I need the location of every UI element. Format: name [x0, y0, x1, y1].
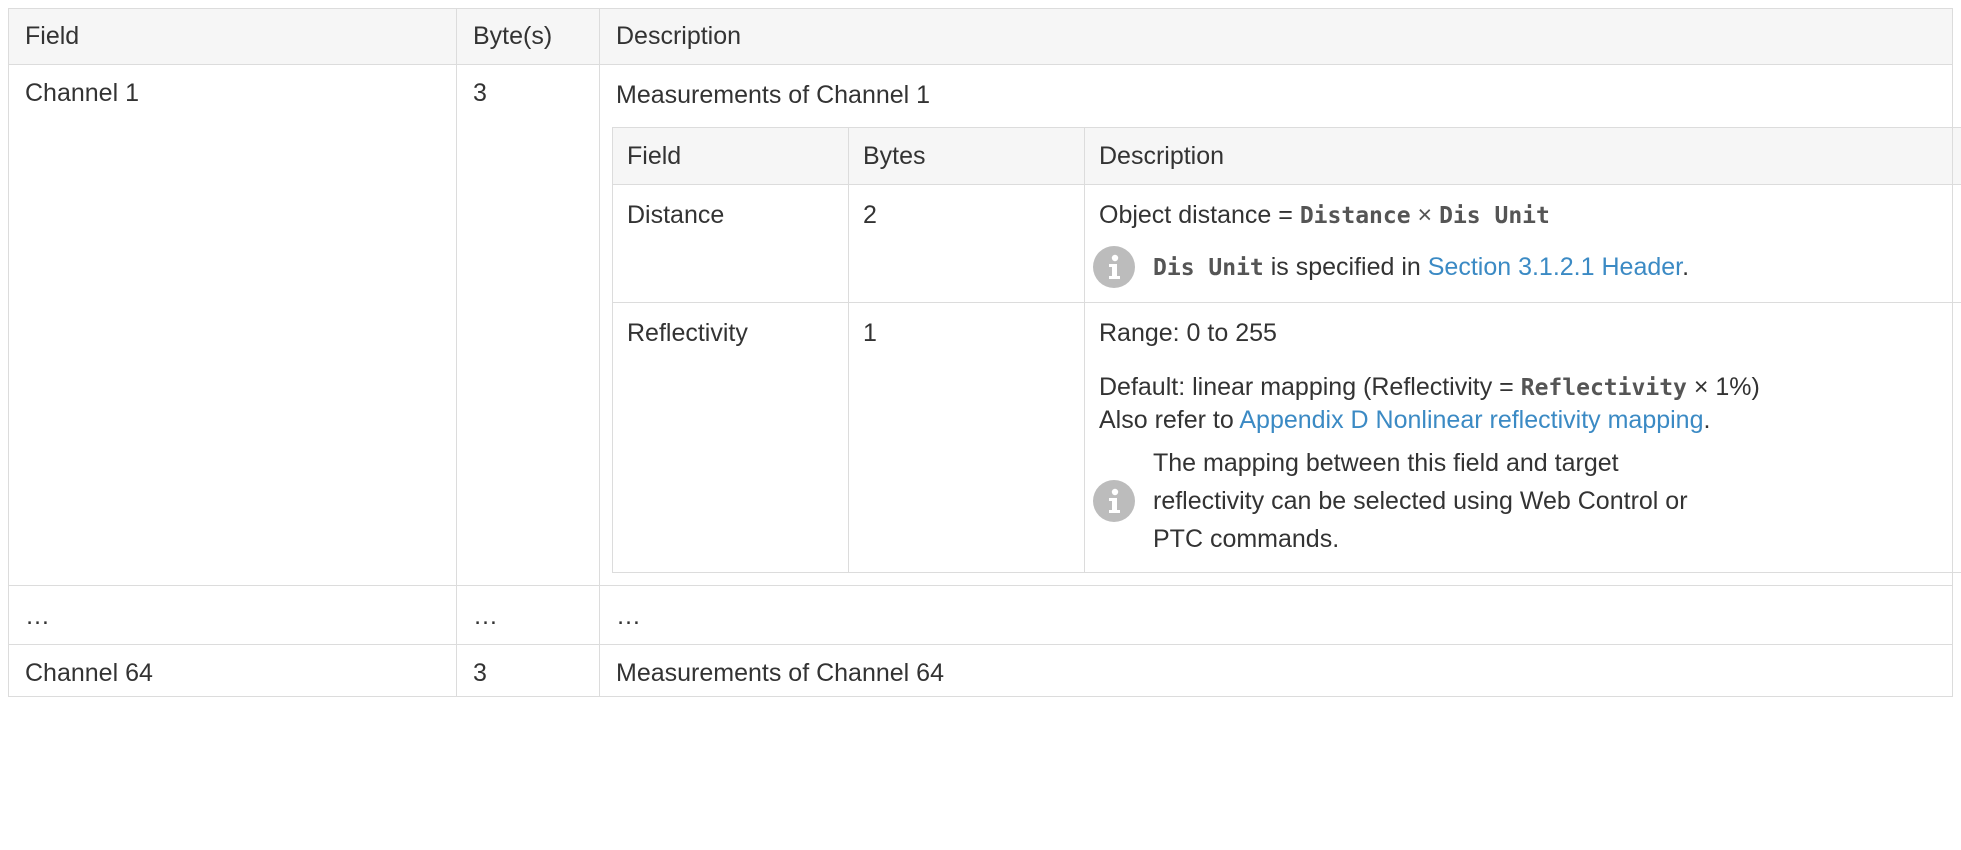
code-reflectivity: Reflectivity — [1520, 375, 1687, 401]
default-mapping-text: Default: linear mapping (Reflectivity = … — [1099, 371, 1961, 404]
row-field: Channel 1 — [8, 64, 457, 586]
page: Field Byte(s) Description Channel 1 3 Me… — [0, 0, 1961, 697]
row-field: Channel 64 — [8, 644, 457, 697]
sub-header-description: Description — [1084, 127, 1961, 185]
header-field: Field — [8, 8, 457, 65]
sub-description-reflectivity: Range: 0 to 255 Default: linear mapping … — [1084, 302, 1961, 573]
header-description: Description — [599, 8, 1953, 65]
channel-table: Field Byte(s) Description Channel 1 3 Me… — [8, 8, 1961, 697]
info-note-text: The mapping between this field and targe… — [1153, 449, 1688, 553]
table-row: Channel 64 3 Measurements of Channel 64 — [8, 644, 1953, 697]
row-description: Measurements of Channel 1 — [616, 81, 931, 109]
row-description-cell: Measurements of Channel 1 Field Bytes De… — [599, 64, 1961, 586]
sub-bytes-distance: 2 — [848, 184, 1085, 303]
info-note: The mapping between this field and targe… — [1093, 444, 1961, 558]
refer-end: . — [1703, 406, 1711, 434]
table-row: … … … — [8, 585, 1953, 645]
table-row: Channel 1 3 Measurements of Channel 1 Fi… — [8, 64, 1961, 586]
row-field: … — [8, 585, 457, 645]
code-distance: Distance — [1299, 203, 1411, 229]
code-dis-unit: Dis Unit — [1153, 254, 1264, 281]
table-header-row: Field Byte(s) Description — [8, 8, 1953, 65]
times-sign: × — [1410, 201, 1440, 229]
info-icon — [1093, 246, 1135, 288]
subtable-header-row: Field Bytes Description — [612, 127, 1961, 185]
table-row: Distance 2 Object distance = Distance × … — [612, 184, 1961, 303]
sub-field-distance: Distance — [612, 184, 849, 303]
row-description: … — [599, 585, 1953, 645]
info-note-text: Dis Unit is specified in Section 3.1.2.1… — [1153, 248, 1689, 287]
header-bytes: Byte(s) — [456, 8, 600, 65]
sub-field-reflectivity: Reflectivity — [612, 302, 849, 573]
channel-subfield-table: Field Bytes Description Distance 2 Objec… — [612, 127, 1961, 573]
info-note: Dis Unit is specified in Section 3.1.2.1… — [1093, 246, 1961, 288]
code-dis-unit: Dis Unit — [1439, 203, 1550, 229]
default-suffix: × 1%) — [1686, 373, 1760, 401]
default-prefix: Default: linear mapping (Reflectivity = — [1099, 373, 1521, 401]
range-text: Range: 0 to 255 — [1099, 319, 1277, 347]
sub-description-distance: Object distance = Distance × Dis Unit Di… — [1084, 184, 1961, 303]
row-bytes: 3 — [456, 64, 600, 586]
sub-header-bytes: Bytes — [848, 127, 1085, 185]
sub-header-field: Field — [612, 127, 849, 185]
row-bytes: 3 — [456, 644, 600, 697]
row-bytes: … — [456, 585, 600, 645]
refer-text: Also refer to Appendix D Nonlinear refle… — [1099, 404, 1961, 436]
table-row: Reflectivity 1 Range: 0 to 255 Default: … — [612, 302, 1961, 573]
note-end: . — [1682, 252, 1690, 281]
info-icon — [1093, 480, 1135, 522]
section-header-link[interactable]: Section 3.1.2.1 Header — [1428, 253, 1682, 281]
sub-bytes-reflectivity: 1 — [848, 302, 1085, 573]
formula-prefix: Object distance = — [1099, 201, 1300, 229]
distance-formula: Object distance = Distance × Dis Unit — [1099, 199, 1961, 232]
note-text: is specified in — [1263, 252, 1428, 281]
appendix-d-link[interactable]: Appendix D Nonlinear reflectivity mappin… — [1239, 406, 1703, 434]
refer-prefix: Also refer to — [1099, 406, 1240, 434]
row-description: Measurements of Channel 64 — [599, 644, 1953, 697]
